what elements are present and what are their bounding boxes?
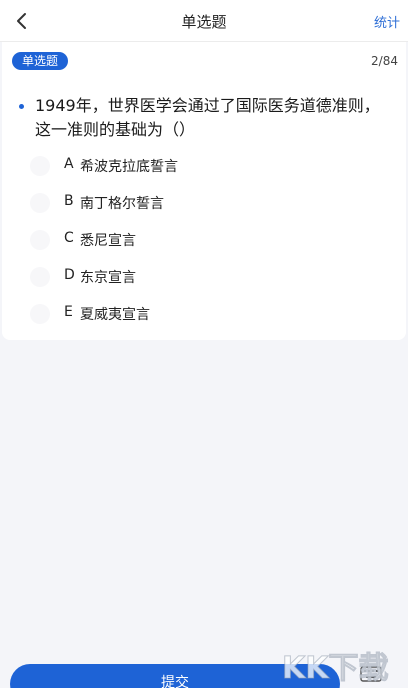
question-card: 单选题 2/84 1949年，世界医学会通过了国际医务道德准则，这一准则的基础为… [2,42,406,340]
radio-circle-icon[interactable] [30,193,50,213]
option-text: 希波克拉底誓言 [80,159,178,175]
top-nav-bar: 单选题 统计 [0,0,408,42]
radio-circle-icon[interactable] [30,156,50,176]
watermark-text: KK下载 [282,651,389,686]
option-text: 东京宣言 [80,270,136,286]
radio-circle-icon[interactable] [30,304,50,324]
option-letter: A [64,156,74,172]
option-text: 南丁格尔誓言 [80,196,164,212]
radio-circle-icon[interactable] [30,230,50,250]
question-bullet-icon [19,104,24,109]
option-text: 夏威夷宣言 [80,307,150,323]
option-a[interactable]: A 希波克拉底誓言 [30,152,370,180]
question-text: 1949年，世界医学会通过了国际医务道德准则，这一准则的基础为（） [35,96,380,139]
question-counter: 2/84 [371,54,398,68]
option-c[interactable]: C 悉尼宣言 [30,226,370,254]
radio-circle-icon[interactable] [30,267,50,287]
option-letter: B [64,193,74,209]
question-type-badge: 单选题 [12,52,69,70]
option-b[interactable]: B 南丁格尔誓言 [30,189,370,217]
option-letter: C [64,230,74,246]
option-letter: D [64,267,75,283]
option-text: 悉尼宣言 [80,233,136,249]
option-e[interactable]: E 夏威夷宣言 [30,300,370,328]
kk-watermark-logo: KK下载 [282,651,390,687]
stats-button[interactable]: 统计 [374,12,400,31]
page-title: 单选题 [181,13,227,31]
option-d[interactable]: D 东京宣言 [30,263,370,291]
option-letter: E [64,304,73,320]
